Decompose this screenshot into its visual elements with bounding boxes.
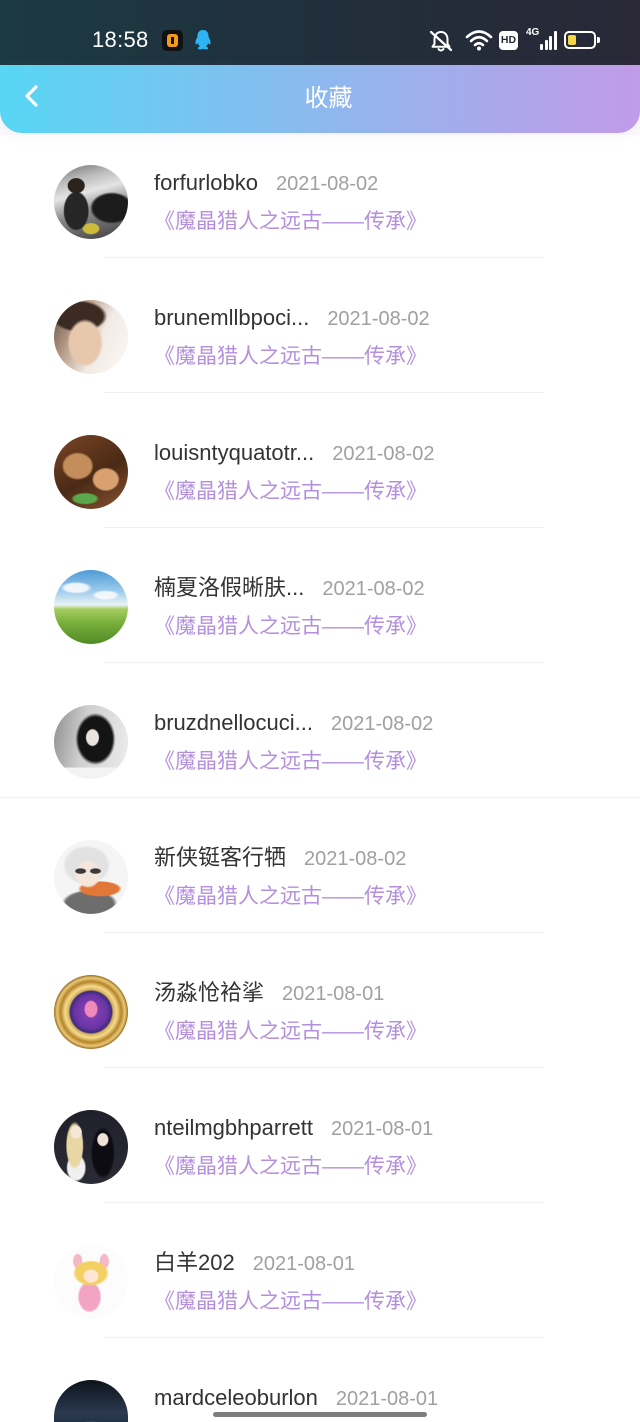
- user-name: 新侠铤客行牺: [154, 845, 287, 870]
- favorite-date: 2021-08-02: [332, 443, 435, 465]
- battery-level-fill: [568, 35, 577, 45]
- work-title: 《魔晶猎人之远古——传承》: [154, 750, 427, 773]
- work-title: 《魔晶猎人之远古——传承》: [154, 885, 427, 908]
- item-meta-row: mardceleoburlon 2021-08-01: [154, 1383, 438, 1413]
- avatar[interactable]: [54, 435, 128, 509]
- favorite-item[interactable]: 白羊202 2021-08-01 《魔晶猎人之远古——传承》: [0, 1215, 640, 1350]
- favorite-date: 2021-08-02: [330, 713, 434, 735]
- network-type-label: 4G: [526, 27, 540, 38]
- divider: [0, 797, 640, 798]
- divider: [104, 1202, 544, 1203]
- battery-cap: [597, 37, 600, 43]
- page-title: 收藏: [304, 85, 353, 112]
- signal-icon: [540, 31, 557, 50]
- item-meta-row: 新侠铤客行牺 2021-08-02: [154, 843, 406, 873]
- avatar[interactable]: [54, 1245, 128, 1319]
- favorite-date: 2021-08-01: [252, 1253, 356, 1275]
- favorite-date: 2021-08-01: [330, 1118, 434, 1140]
- avatar[interactable]: [54, 975, 128, 1049]
- app-notification-icon: [162, 30, 183, 51]
- divider: [104, 662, 544, 663]
- work-title: 《魔晶猎人之远古——传承》: [154, 1155, 427, 1178]
- user-name: brunemllbpoci...: [154, 305, 310, 330]
- item-meta-row: nteilmgbhparrett 2021-08-01: [154, 1113, 433, 1143]
- item-meta-row: louisntyquatotr... 2021-08-02: [154, 438, 435, 468]
- user-name: nteilmgbhparrett: [154, 1115, 313, 1140]
- item-meta-row: 汤淼怆袷挲 2021-08-01: [154, 978, 384, 1008]
- avatar[interactable]: [54, 570, 128, 644]
- favorite-item[interactable]: bruzdnellocuci... 2021-08-02 《魔晶猎人之远古——传承》: [0, 675, 640, 810]
- work-title: 《魔晶猎人之远古——传承》: [154, 1290, 427, 1313]
- work-title: 《魔晶猎人之远古——传承》: [154, 210, 427, 233]
- item-meta-row: brunemllbpoci... 2021-08-02: [154, 303, 430, 333]
- avatar[interactable]: [54, 165, 128, 239]
- item-meta-row: bruzdnellocuci... 2021-08-02: [154, 708, 433, 738]
- work-title: 《魔晶猎人之远古——传承》: [154, 345, 427, 368]
- user-name: louisntyquatotr...: [154, 440, 315, 465]
- favorites-list: forfurlobko 2021-08-02 《魔晶猎人之远古——传承》 brunem…: [0, 135, 640, 1422]
- divider: [104, 1067, 544, 1068]
- app-header: 收藏: [0, 65, 640, 133]
- favorite-date: 2021-08-02: [304, 848, 407, 870]
- favorite-date: 2021-08-01: [335, 1388, 439, 1410]
- favorite-date: 2021-08-01: [282, 983, 385, 1005]
- favorite-item[interactable]: louisntyquatotr... 2021-08-02 《魔晶猎人之远古——传承…: [0, 405, 640, 540]
- qq-icon: [195, 30, 211, 50]
- chevron-left-icon[interactable]: [24, 84, 40, 108]
- user-name: 楠夏洛假晰肤...: [154, 575, 305, 600]
- divider: [104, 932, 544, 933]
- avatar[interactable]: [54, 705, 128, 779]
- back-button[interactable]: [14, 74, 50, 118]
- favorite-item[interactable]: 新侠铤客行牺 2021-08-02 《魔晶猎人之远古——传承》: [0, 810, 640, 945]
- signal-bar: [553, 31, 557, 50]
- wifi-icon: [465, 30, 493, 51]
- favorite-date: 2021-08-02: [275, 173, 379, 195]
- user-name: 汤淼怆袷挲: [154, 980, 265, 1005]
- divider: [104, 1337, 544, 1338]
- signal-bar: [544, 40, 548, 50]
- hd-badge: HD: [499, 31, 518, 50]
- favorite-item[interactable]: forfurlobko 2021-08-02 《魔晶猎人之远古——传承》: [0, 135, 640, 270]
- mute-icon: [429, 30, 453, 52]
- favorite-date: 2021-08-02: [327, 308, 430, 330]
- item-meta-row: 白羊202 2021-08-01: [154, 1248, 355, 1278]
- favorite-item[interactable]: 楠夏洛假晰肤... 2021-08-02 《魔晶猎人之远古——传承》: [0, 540, 640, 675]
- item-meta-row: 楠夏洛假晰肤... 2021-08-02: [154, 573, 425, 603]
- favorite-item[interactable]: nteilmgbhparrett 2021-08-01 《魔晶猎人之远古——传承》: [0, 1080, 640, 1215]
- signal-bar: [540, 44, 543, 50]
- user-name: forfurlobko: [154, 170, 258, 195]
- work-title: 《魔晶猎人之远古——传承》: [154, 480, 427, 503]
- favorite-date: 2021-08-02: [322, 578, 425, 600]
- avatar[interactable]: [54, 300, 128, 374]
- user-name: mardceleoburlon: [154, 1385, 318, 1410]
- status-bar: 18:58 HD 4G: [0, 0, 640, 66]
- status-time: 18:58: [92, 27, 149, 52]
- divider: [104, 527, 544, 528]
- user-name: bruzdnellocuci...: [154, 710, 313, 735]
- avatar[interactable]: [54, 1110, 128, 1184]
- item-meta-row: forfurlobko 2021-08-02: [154, 168, 378, 198]
- avatar[interactable]: [54, 840, 128, 914]
- favorite-item[interactable]: brunemllbpoci... 2021-08-02 《魔晶猎人之远古——传承》: [0, 270, 640, 405]
- divider: [104, 257, 544, 258]
- divider: [104, 392, 544, 393]
- signal-bar: [549, 36, 552, 50]
- battery-outline: [564, 31, 596, 49]
- battery-icon: [564, 31, 600, 49]
- work-title: 《魔晶猎人之远古——传承》: [154, 615, 427, 638]
- favorite-item[interactable]: 汤淼怆袷挲 2021-08-01 《魔晶猎人之远古——传承》: [0, 945, 640, 1080]
- user-name: 白羊202: [154, 1250, 235, 1275]
- avatar[interactable]: [54, 1380, 128, 1422]
- home-indicator[interactable]: [213, 1412, 427, 1417]
- work-title: 《魔晶猎人之远古——传承》: [154, 1020, 427, 1043]
